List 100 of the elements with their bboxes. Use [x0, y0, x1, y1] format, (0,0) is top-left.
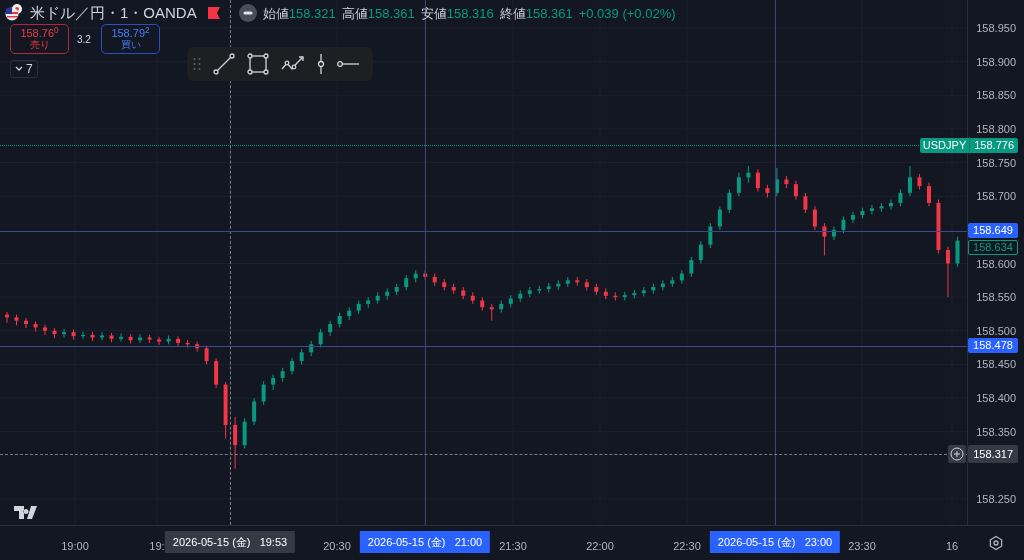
buy-price: 158.79$^{2}$ [111, 27, 150, 39]
buy-button[interactable]: 158.79$^{2}$ 買い [101, 24, 160, 54]
flag-icon[interactable] [206, 6, 221, 21]
candle [812, 205, 817, 231]
candle [299, 348, 304, 365]
candle [603, 287, 608, 300]
symbol-label: USDJPY [919, 137, 971, 154]
candle [451, 283, 456, 295]
candle [138, 333, 143, 344]
candle [280, 367, 285, 383]
price-label: 158.750 [976, 156, 1016, 169]
candle [727, 189, 732, 214]
time-badge: 2026-05-15 (金) 19:53 [164, 531, 296, 553]
candle [309, 340, 314, 357]
trend-line-icon[interactable] [213, 53, 235, 75]
time-badge: 2026-05-15 (金) 23:00 [709, 531, 841, 553]
candle [43, 324, 47, 336]
candle [613, 291, 618, 301]
candle [147, 334, 152, 344]
candle [888, 199, 893, 211]
candle [632, 289, 637, 299]
candle [252, 397, 257, 426]
candle [927, 182, 931, 207]
candle [223, 381, 228, 439]
price-label: 158.600 [976, 257, 1016, 270]
logo-icon [14, 506, 40, 519]
candle [784, 175, 789, 189]
drag-handle-icon[interactable] [193, 57, 201, 71]
candle [860, 207, 865, 219]
candle [432, 273, 437, 287]
collapse-icon[interactable] [238, 4, 257, 23]
candle [90, 331, 95, 342]
candle [413, 269, 418, 283]
candle [898, 189, 903, 207]
candle [318, 328, 323, 349]
ohlc-label: 高値 [341, 4, 368, 23]
candle [328, 320, 333, 337]
candle [518, 289, 523, 303]
price-label: 158.500 [976, 324, 1016, 337]
candle [546, 282, 551, 293]
candle [708, 222, 713, 249]
candle [71, 328, 76, 341]
ohlc-value: 158.316 [446, 4, 494, 23]
candle [166, 335, 171, 345]
candle [461, 286, 466, 300]
candle [157, 336, 162, 346]
chevron-icon [15, 66, 23, 72]
candle [290, 357, 295, 375]
candle [52, 327, 57, 339]
add-icon[interactable] [948, 444, 967, 463]
candle [556, 279, 561, 291]
candle [489, 303, 494, 322]
horizontal-ray-icon[interactable] [337, 60, 359, 68]
ohlc-label: 始値 [262, 4, 289, 23]
ohlc-label: 安値 [420, 4, 447, 23]
vertical-line-icon[interactable] [317, 53, 325, 75]
indicators-toggle[interactable]: 7 [10, 60, 38, 78]
candle [499, 300, 504, 314]
candle [366, 296, 371, 309]
candle [62, 328, 67, 338]
candle [24, 317, 28, 329]
price-label: 158.800 [976, 122, 1016, 135]
candle [14, 314, 19, 326]
time-label: 16 [945, 539, 959, 554]
candle [622, 291, 627, 301]
candle [651, 283, 656, 295]
rectangle-icon[interactable] [247, 53, 269, 75]
settings-icon[interactable] [988, 535, 1004, 551]
candle [442, 278, 447, 291]
candle [907, 165, 912, 197]
candle [831, 226, 836, 241]
candle [689, 256, 694, 278]
sell-button[interactable]: 158.76$^{0}$ 売り [10, 24, 69, 54]
candle [385, 287, 390, 301]
time-label: 20:30 [323, 539, 351, 554]
candle [470, 291, 475, 305]
time-axis[interactable]: 19:00 19: 2026-05-15 (金) 19:53 20:30 2026-05-15 (金) 21:00 21:30 22:00 22:30 2026-05-15 (金) 23:00 23:30 16 [0, 525, 1024, 560]
time-label: 22:00 [586, 539, 614, 554]
time-label: 21:30 [499, 539, 527, 554]
price-label: 158.550 [976, 291, 1016, 304]
candle [679, 269, 684, 285]
price-change: +0.039 (+0.02%) [578, 4, 676, 23]
candle [128, 333, 133, 345]
time-label: 19:00 [61, 539, 89, 554]
candle [271, 374, 276, 391]
candle [337, 312, 342, 328]
candle [347, 306, 352, 321]
candle [214, 357, 219, 389]
candle [527, 286, 532, 298]
sell-label: 売り [29, 39, 50, 51]
price-label: 158.450 [976, 358, 1016, 371]
price-badge: 158.634 [968, 239, 1018, 255]
sell-price: 158.76$^{0}$ [20, 27, 59, 39]
ohlc-value: 158.361 [367, 4, 415, 23]
symbol-title[interactable]: 米ドル／円・1・OANDA [30, 2, 197, 25]
time-label: 22:30 [673, 539, 701, 554]
candle [394, 283, 399, 296]
candle [660, 279, 665, 291]
candle [261, 380, 266, 406]
price-label: 158.250 [976, 493, 1016, 505]
